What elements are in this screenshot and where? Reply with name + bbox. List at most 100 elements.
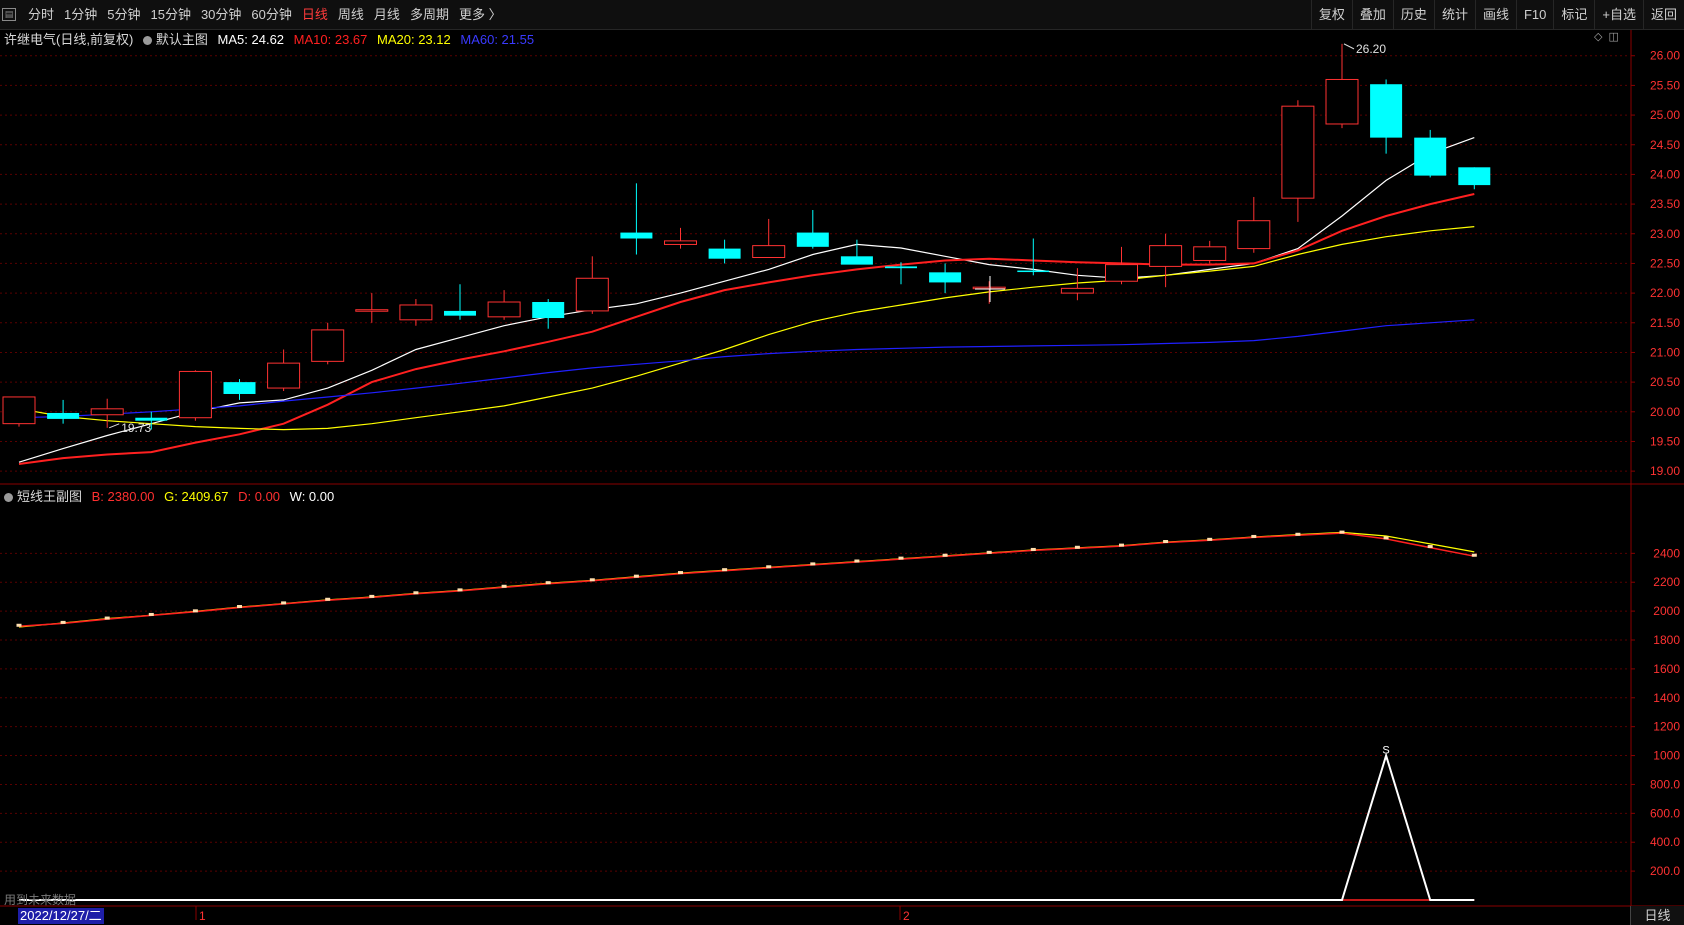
g-value: G: 2409.67 <box>164 489 229 504</box>
b-marker <box>148 612 154 616</box>
period-indicator[interactable]: 日线 <box>1630 906 1684 925</box>
candle <box>311 322 345 365</box>
b-marker <box>986 550 992 554</box>
candle-body <box>796 232 829 247</box>
candle-body <box>223 382 256 394</box>
b-marker <box>810 562 816 566</box>
main-y-tick-label: 19.50 <box>1650 434 1680 448</box>
template-name[interactable]: 默认主图 <box>156 32 208 47</box>
candle-body <box>47 412 80 419</box>
candle-body <box>1237 220 1271 250</box>
diamond-icon[interactable]: ◇ <box>1594 31 1602 43</box>
main-chart-info: 许继电气(日线,前复权) 默认主图 MA5: 24.62 MA10: 23.67… <box>4 29 540 48</box>
b-marker <box>722 568 728 572</box>
b-line <box>18 532 1475 628</box>
sub-y-tick-label: 1200 <box>1653 720 1680 734</box>
candle <box>2 396 36 427</box>
candle-body <box>885 266 917 269</box>
main-y-tick-label: 23.00 <box>1650 227 1680 241</box>
b-marker <box>413 591 419 595</box>
x-tick-label: 1 <box>199 909 206 923</box>
main-y-tick-label: 20.50 <box>1650 375 1680 389</box>
b-marker <box>281 601 287 605</box>
sub-y-tick-label: 800.0 <box>1650 777 1680 791</box>
b-marker <box>942 553 948 557</box>
candle-body <box>620 232 653 239</box>
b-marker <box>1383 536 1389 540</box>
ma-line-ma20 <box>18 226 1475 431</box>
candle <box>840 239 873 265</box>
b-marker <box>16 623 22 627</box>
b-marker <box>1339 530 1345 534</box>
main-y-tick-label: 19.00 <box>1650 464 1680 478</box>
b-marker <box>545 581 551 585</box>
candle <box>1193 240 1227 264</box>
low-label: 19.73 <box>121 421 151 435</box>
b-marker <box>1074 545 1080 549</box>
candle <box>1414 129 1447 178</box>
sub-y-tick-label: 200.0 <box>1650 864 1680 878</box>
sub-y-tick-label: 2400 <box>1653 546 1680 560</box>
candle-body <box>972 286 1006 290</box>
candle <box>1325 43 1359 129</box>
candle-body <box>178 370 212 419</box>
candle <box>444 284 476 320</box>
window-toggle-icon[interactable]: ◫ <box>1608 31 1618 43</box>
ma5-value: MA5: 24.62 <box>217 32 285 47</box>
candle <box>796 210 829 249</box>
candle-body <box>1458 167 1491 186</box>
candle <box>1105 246 1138 285</box>
low-pointer <box>109 423 120 429</box>
sub-chart-info: 短线王副图 B: 2380.00 G: 2409.67 D: 0.00 W: 0… <box>4 486 340 505</box>
candle <box>664 227 697 249</box>
signal-label: S <box>1382 745 1389 757</box>
candle <box>620 183 653 255</box>
sub-y-tick-label: 2200 <box>1653 575 1680 589</box>
candle <box>1458 167 1491 190</box>
x-tick-label: 2 <box>903 909 910 923</box>
w-value: W: 0.00 <box>289 489 335 504</box>
main-y-tick-label: 24.50 <box>1650 138 1680 152</box>
candle-body <box>355 309 389 312</box>
candle-body <box>840 256 873 265</box>
w-line <box>19 752 1475 901</box>
b-marker <box>1207 537 1213 541</box>
main-y-tick-label: 21.00 <box>1650 345 1680 359</box>
settings-dot-icon[interactable] <box>4 493 13 502</box>
candle <box>1149 233 1183 288</box>
candle <box>929 263 962 294</box>
high-pointer <box>1343 43 1355 50</box>
b-marker <box>633 574 639 578</box>
candle-body <box>90 408 124 416</box>
stock-title[interactable]: 许继电气(日线,前复权) <box>4 32 133 47</box>
settings-dot-icon[interactable] <box>142 36 152 45</box>
ma10-value: MA10: 23.67 <box>293 32 368 47</box>
indicator-title[interactable]: 短线王副图 <box>17 489 82 504</box>
sub-y-tick-label: 1000 <box>1653 749 1680 763</box>
ma-line-ma5 <box>18 137 1475 463</box>
b-marker <box>501 584 507 588</box>
candle <box>532 299 565 329</box>
candle-body <box>267 362 301 389</box>
b-marker <box>1427 545 1433 549</box>
high-label: 26.20 <box>1356 42 1386 56</box>
candle-body <box>1017 270 1050 273</box>
candle-body <box>664 240 697 245</box>
b-marker <box>1251 534 1257 538</box>
candle-body <box>929 272 962 283</box>
candle <box>972 281 1006 304</box>
cursor-date: 2022/12/27/二 <box>18 908 104 924</box>
kline-chart[interactable]: 19.00 19.50 20.00 20.50 21.00 21.50 22.00 22.50… <box>0 0 1684 925</box>
b-marker <box>1119 543 1124 547</box>
ma20-value: MA20: 23.12 <box>377 32 451 47</box>
candle-body <box>752 245 786 258</box>
candle-body <box>1370 84 1403 138</box>
sub-y-tick-label: 2000 <box>1653 604 1680 618</box>
d-value: D: 0.00 <box>238 489 281 504</box>
candle <box>752 218 786 258</box>
b-marker <box>898 556 904 560</box>
sub-y-tick-label: 1800 <box>1653 633 1680 647</box>
candle-body <box>575 277 609 312</box>
main-y-tick-label: 23.50 <box>1650 197 1680 211</box>
sub-y-tick-label: 600.0 <box>1650 806 1680 820</box>
